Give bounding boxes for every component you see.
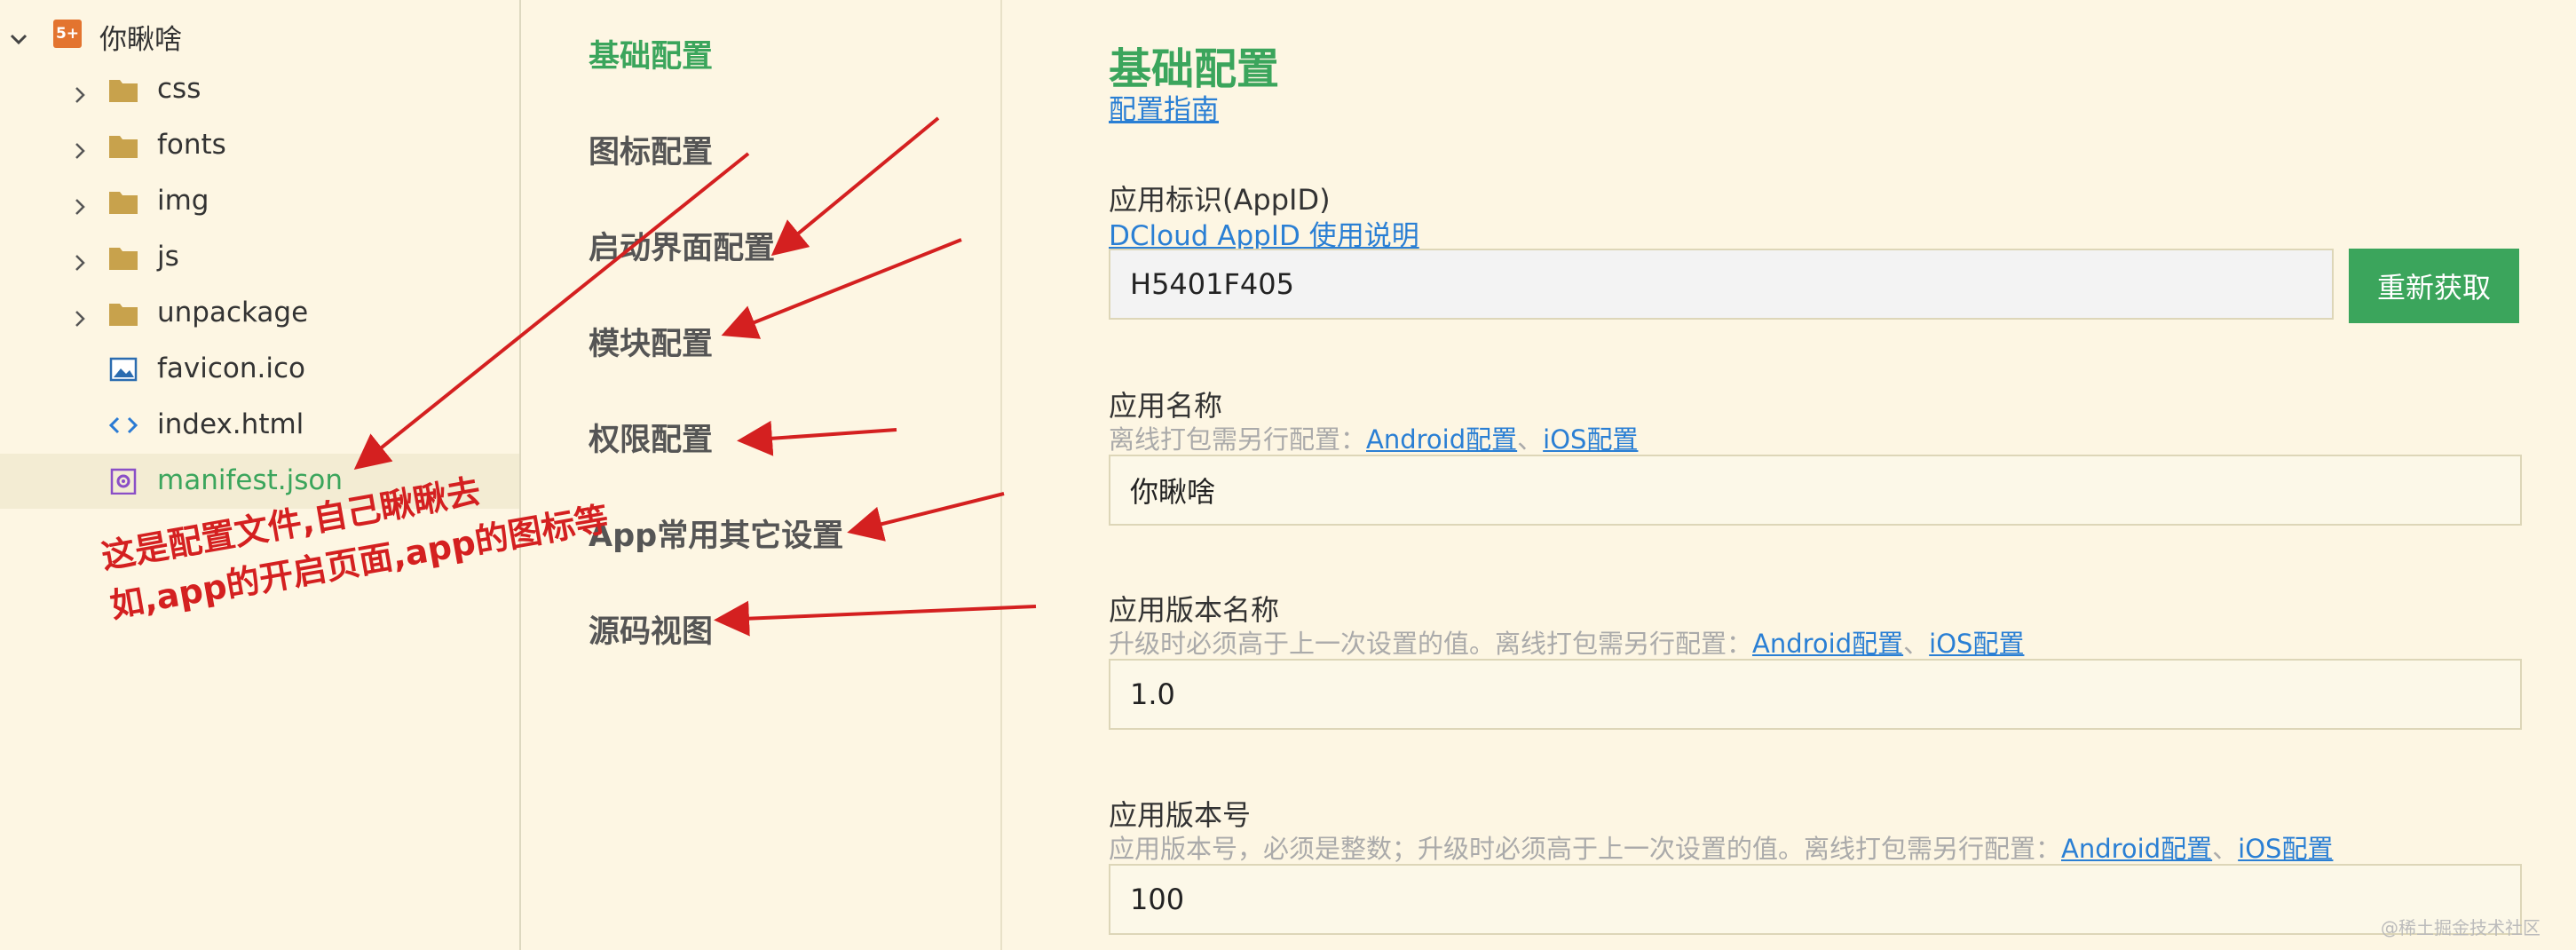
- folder-icon: [108, 244, 138, 271]
- separator: 、: [1903, 629, 1930, 659]
- version-code-hint: 应用版本号，必须是整数；升级时必须高于上一次设置的值。离线打包需另行配置：And…: [1109, 828, 2333, 866]
- project-badge-icon: 5+: [53, 20, 82, 48]
- tree-item-fonts[interactable]: fonts: [0, 118, 519, 173]
- appid-help-link[interactable]: DCloud AppID 使用说明: [1109, 213, 1419, 253]
- app-name-hint: 离线打包需另行配置：Android配置、iOS配置: [1109, 419, 1638, 456]
- ios-config-link[interactable]: iOS配置: [1543, 424, 1638, 455]
- nav-item-modules[interactable]: 模块配置: [589, 319, 713, 364]
- separator: 、: [1517, 424, 1544, 455]
- chevron-right-icon[interactable]: [70, 80, 90, 103]
- nav-item-splash[interactable]: 启动界面配置: [589, 223, 775, 268]
- image-file-icon: [108, 356, 138, 383]
- tree-item-label: favicon.ico: [157, 352, 306, 384]
- tree-item-favicon[interactable]: favicon.ico: [0, 342, 519, 397]
- nav-item-basic[interactable]: 基础配置: [589, 31, 713, 76]
- tree-item-label: js: [157, 241, 179, 273]
- watermark: @稀土掘金技术社区: [2381, 917, 2540, 938]
- version-name-hint: 升级时必须高于上一次设置的值。离线打包需另行配置：Android配置、iOS配置: [1109, 623, 2024, 661]
- tree-item-label: index.html: [157, 408, 304, 440]
- tree-item-index-html[interactable]: index.html: [0, 398, 519, 453]
- nav-item-source-view[interactable]: 源码视图: [589, 606, 713, 652]
- version-code-field[interactable]: [1109, 864, 2522, 935]
- nav-item-other-settings[interactable]: App常用其它设置: [589, 511, 843, 556]
- tree-item-css[interactable]: css: [0, 62, 519, 117]
- tree-item-label: css: [157, 73, 201, 105]
- chevron-right-icon[interactable]: [70, 304, 90, 327]
- tree-item-js[interactable]: js: [0, 230, 519, 285]
- folder-icon: [108, 188, 138, 215]
- ios-config-link[interactable]: iOS配置: [2238, 834, 2333, 864]
- chevron-right-icon[interactable]: [70, 248, 90, 271]
- app-name-field[interactable]: [1109, 455, 2522, 526]
- project-name: 你瞅啥: [99, 24, 182, 56]
- tree-root-project[interactable]: 5+ 你瞅啥: [0, 6, 519, 61]
- tree-item-label: manifest.json: [157, 464, 343, 496]
- hint-text: 离线打包需另行配置：: [1109, 424, 1367, 455]
- nav-item-icons[interactable]: 图标配置: [589, 127, 713, 172]
- chevron-down-icon[interactable]: [9, 24, 28, 45]
- tree-item-img[interactable]: img: [0, 174, 519, 229]
- chevron-right-icon[interactable]: [70, 136, 90, 159]
- nav-item-permissions[interactable]: 权限配置: [589, 415, 713, 460]
- tree-item-unpackage[interactable]: unpackage: [0, 286, 519, 341]
- basic-config-panel: 基础配置 配置指南 应用标识(AppID) DCloud AppID 使用说明 …: [1002, 0, 2576, 950]
- appid-field[interactable]: [1109, 249, 2334, 320]
- folder-icon: [108, 132, 138, 159]
- android-config-link[interactable]: Android配置: [1752, 629, 1903, 659]
- hint-text: 应用版本号，必须是整数；升级时必须高于上一次设置的值。离线打包需另行配置：: [1109, 834, 2062, 864]
- config-guide-link[interactable]: 配置指南: [1109, 87, 1219, 127]
- regenerate-appid-button[interactable]: 重新获取: [2349, 249, 2519, 323]
- tree-item-label: unpackage: [157, 297, 309, 329]
- code-file-icon: [108, 412, 138, 439]
- tree-item-label: fonts: [157, 129, 226, 161]
- hint-text: 升级时必须高于上一次设置的值。离线打包需另行配置：: [1109, 629, 1753, 659]
- chevron-right-icon[interactable]: [70, 192, 90, 215]
- android-config-link[interactable]: Android配置: [2061, 834, 2212, 864]
- folder-icon: [108, 300, 138, 327]
- folder-icon: [108, 76, 138, 103]
- version-name-field[interactable]: [1109, 659, 2522, 730]
- android-config-link[interactable]: Android配置: [1366, 424, 1517, 455]
- tree-item-label: img: [157, 185, 209, 217]
- settings-file-icon: [108, 468, 138, 495]
- ios-config-link[interactable]: iOS配置: [1929, 629, 2024, 659]
- separator: 、: [2212, 834, 2239, 864]
